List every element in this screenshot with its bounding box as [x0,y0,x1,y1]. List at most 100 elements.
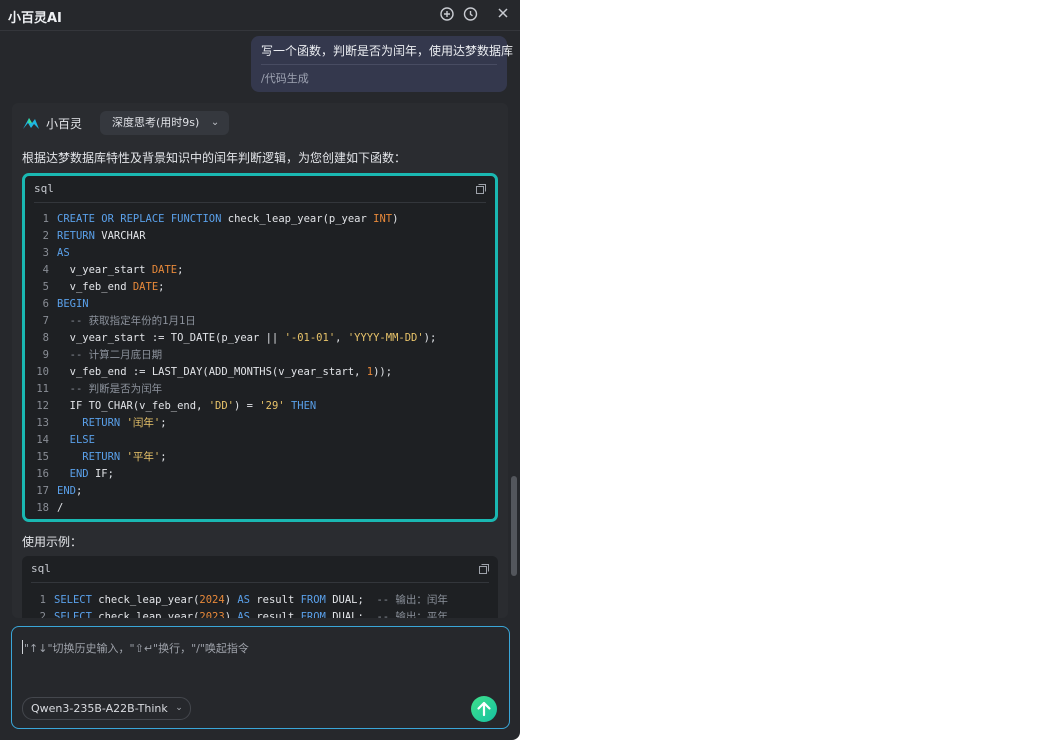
code-header: sql [25,176,495,202]
copy-icon[interactable] [479,564,489,574]
chevron-down-icon: ⌄ [175,703,183,713]
bird-logo-icon [23,118,39,129]
code-text: SELECT check_leap_year(2023) AS result F… [54,611,448,618]
code-text: v_feb_end := LAST_DAY(ADD_MONTHS(v_year_… [57,366,393,378]
code-text: BEGIN [57,298,89,310]
line-number: 8 [42,332,49,344]
code-text: / [57,502,64,514]
code-line: 10 v_feb_end := LAST_DAY(ADD_MONTHS(v_ye… [25,364,495,381]
assistant-name: 小百灵 [46,117,83,131]
code-text: v_feb_end DATE; [57,281,165,293]
arrow-up-icon [477,701,491,717]
code-line: 16 END IF; [25,466,495,483]
title-bar: 小百灵AI [0,0,520,31]
code-line: 3 AS [25,245,495,262]
code-line: 9 -- 计算二月底日期 [25,347,495,364]
code-line: 15 RETURN '平年'; [25,449,495,466]
line-number: 2 [39,611,46,618]
line-number: 3 [42,247,49,259]
scrollbar[interactable] [511,476,517,576]
input-placeholder: "↑↓"切换历史输入，"⇧↵"换行，"/"唤起指令 [24,642,249,655]
code-language: sql [34,182,54,195]
deep-thinking-label: 深度思考(用时9s) [112,116,200,129]
code-text: RETURN '平年'; [82,451,167,463]
code-line: 13 RETURN '闰年'; [25,415,495,432]
close-icon[interactable] [494,6,512,24]
line-number: 6 [42,298,49,310]
code-line: 14 ELSE [25,432,495,449]
code-line: 11 -- 判断是否为闰年 [25,381,495,398]
code-text: -- 判断是否为闰年 [69,383,163,395]
code-lines: 1 SELECT check_leap_year(2024) AS result … [22,592,498,618]
code-text: v_year_start := TO_DATE(p_year || '-01-0… [57,332,437,344]
code-line: 6 BEGIN [25,296,495,313]
model-selector[interactable]: Qwen3-235B-A22B-Think ⌄ [22,697,191,720]
line-number: 17 [36,485,49,497]
divider [31,582,489,583]
line-number: 5 [42,281,49,293]
assistant-header: 小百灵 深度思考(用时9s) ⌄ [22,111,322,135]
answer-intro: 根据达梦数据库特性及背景知识中的闰年判断逻辑，为您创建如下函数： [22,151,407,165]
code-line: 2 RETURN VARCHAR [25,228,495,245]
deep-thinking-toggle[interactable]: 深度思考(用时9s) ⌄ [100,111,230,135]
text-caret [22,640,23,654]
code-lines: 1 CREATE OR REPLACE FUNCTION check_leap_y… [25,211,495,517]
code-line: 5 v_feb_end DATE; [25,279,495,296]
send-button[interactable] [471,696,497,722]
code-text: -- 计算二月底日期 [69,349,163,361]
code-header: sql [22,556,498,582]
code-text: END IF; [69,468,114,480]
history-icon[interactable] [461,6,479,24]
example-heading: 使用示例： [22,535,83,549]
command-tag: /代码生成 [261,72,309,85]
code-text: ELSE [69,434,95,446]
chat-area: 写一个函数，判断是否为闰年，使用达梦数据库 /代码生成 小百灵 深度思考(用时9… [0,31,520,621]
code-line: 17 END; [25,483,495,500]
code-text: SELECT check_leap_year(2024) AS result F… [54,594,448,606]
line-number: 16 [36,468,49,480]
code-line: 2 SELECT check_leap_year(2023) AS result … [22,609,498,618]
code-line: 4 v_year_start DATE; [25,262,495,279]
code-text: v_year_start DATE; [57,264,184,276]
line-number: 1 [39,594,46,606]
code-text: IF TO_CHAR(v_feb_end, 'DD') = '29' THEN [57,400,317,412]
chevron-down-icon: ⌄ [210,117,220,128]
copy-icon[interactable] [476,184,486,194]
assistant-answer: 小百灵 深度思考(用时9s) ⌄ 根据达梦数据库特性及背景知识中的闰年判断逻辑，… [12,103,508,618]
app-title: 小百灵AI [8,11,62,26]
chat-input[interactable]: "↑↓"切换历史输入，"⇧↵"换行，"/"唤起指令 Qwen3-235B-A22… [11,626,510,729]
code-text: -- 获取指定年份的1月1日 [69,315,196,327]
chat-panel: 小百灵AI 写一个函数，判断是否为闰年，使用达梦数据库 /代码生成 小百灵 深度… [0,0,520,740]
line-number: 7 [42,315,49,327]
code-line: 18 / [25,500,495,517]
code-line: 8 v_year_start := TO_DATE(p_year || '-01… [25,330,495,347]
line-number: 1 [42,213,49,225]
line-number: 18 [36,502,49,514]
line-number: 13 [36,417,49,429]
code-text: RETURN VARCHAR [57,230,146,242]
line-number: 12 [36,400,49,412]
code-text: RETURN '闰年'; [82,417,167,429]
line-number: 4 [42,264,49,276]
divider [34,202,486,203]
code-block-example: sql 1 SELECT check_leap_year(2024) AS res… [22,556,498,618]
code-line: 1 SELECT check_leap_year(2024) AS result … [22,592,498,609]
model-name: Qwen3-235B-A22B-Think [31,702,168,715]
code-block: sql 1 CREATE OR REPLACE FUNCTION check_le… [22,173,498,522]
line-number: 10 [36,366,49,378]
code-text: AS [57,247,70,259]
new-chat-icon[interactable] [438,6,456,24]
line-number: 11 [36,383,49,395]
code-line: 1 CREATE OR REPLACE FUNCTION check_leap_y… [25,211,495,228]
user-message-text: 写一个函数，判断是否为闰年，使用达梦数据库 [261,44,514,58]
user-message: 写一个函数，判断是否为闰年，使用达梦数据库 /代码生成 [251,36,513,92]
code-line: 7 -- 获取指定年份的1月1日 [25,313,495,330]
line-number: 9 [42,349,49,361]
divider [261,64,497,65]
code-text: CREATE OR REPLACE FUNCTION check_leap_ye… [57,213,399,225]
line-number: 14 [36,434,49,446]
line-number: 15 [36,451,49,463]
line-number: 2 [42,230,49,242]
code-text: END; [57,485,83,497]
code-line: 12 IF TO_CHAR(v_feb_end, 'DD') = '29' TH… [25,398,495,415]
